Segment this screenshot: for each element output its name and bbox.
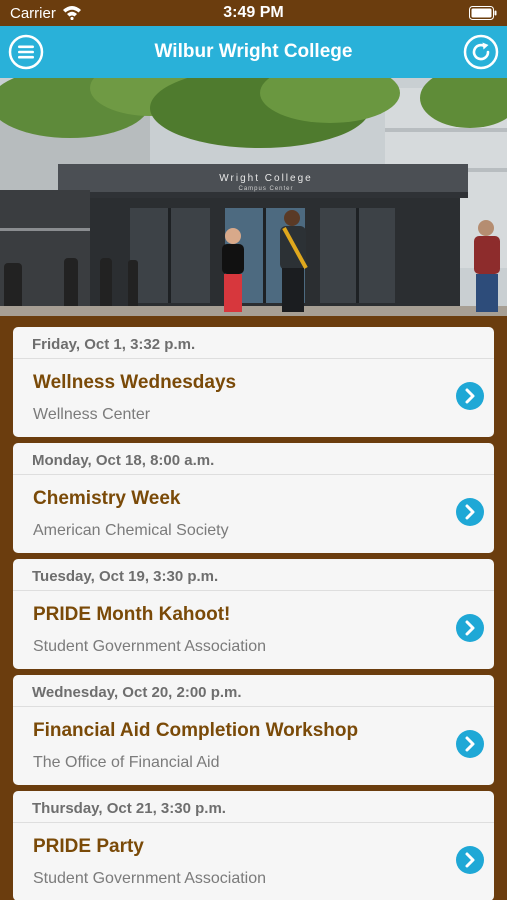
event-title: PRIDE Month Kahoot! xyxy=(33,604,231,625)
event-date: Wednesday, Oct 20, 2:00 p.m. xyxy=(13,675,494,707)
app-title: Wilbur Wright College xyxy=(154,41,353,62)
event-card[interactable]: Friday, Oct 1, 3:32 p.m. Wellness Wednes… xyxy=(13,327,494,437)
event-title: Wellness Wednesdays xyxy=(33,372,237,393)
event-date: Thursday, Oct 21, 3:30 p.m. xyxy=(13,791,494,823)
event-organizer: Student Government Association xyxy=(33,638,267,655)
chevron-right-icon[interactable] xyxy=(456,614,484,642)
sign-line-1: Wright College xyxy=(219,173,312,184)
sign-line-2: Campus Center xyxy=(238,186,293,192)
event-organizer: The Office of Financial Aid xyxy=(33,754,220,771)
chevron-right-icon[interactable] xyxy=(456,498,484,526)
event-date: Friday, Oct 1, 3:32 p.m. xyxy=(13,327,494,359)
chevron-right-icon[interactable] xyxy=(456,730,484,758)
navigation-bar: Wilbur Wright College xyxy=(0,26,507,78)
event-date: Monday, Oct 18, 8:00 a.m. xyxy=(13,443,494,475)
event-title: Chemistry Week xyxy=(33,488,181,509)
battery-icon xyxy=(469,6,497,20)
chevron-right-icon[interactable] xyxy=(456,846,484,874)
event-organizer: Wellness Center xyxy=(33,406,151,423)
chevron-right-icon[interactable] xyxy=(456,382,484,410)
event-card[interactable]: Thursday, Oct 21, 3:30 p.m. PRIDE Party … xyxy=(13,791,494,900)
event-card[interactable]: Monday, Oct 18, 8:00 a.m. Chemistry Week… xyxy=(13,443,494,553)
event-title: Financial Aid Completion Workshop xyxy=(33,720,359,741)
status-bar: Carrier 3:49 PM xyxy=(0,0,507,26)
event-card[interactable]: Tuesday, Oct 19, 3:30 p.m. PRIDE Month K… xyxy=(13,559,494,669)
campus-center-photo: Wright College Campus Center xyxy=(0,78,507,316)
event-title: PRIDE Party xyxy=(33,836,144,857)
refresh-icon[interactable] xyxy=(463,34,499,70)
event-organizer: American Chemical Society xyxy=(33,522,229,539)
event-card[interactable]: Wednesday, Oct 20, 2:00 p.m. Financial A… xyxy=(13,675,494,785)
clock: 3:49 PM xyxy=(223,4,284,21)
event-organizer: Student Government Association xyxy=(33,870,267,887)
hamburger-menu-icon[interactable] xyxy=(8,34,44,70)
event-date: Tuesday, Oct 19, 3:30 p.m. xyxy=(13,559,494,591)
